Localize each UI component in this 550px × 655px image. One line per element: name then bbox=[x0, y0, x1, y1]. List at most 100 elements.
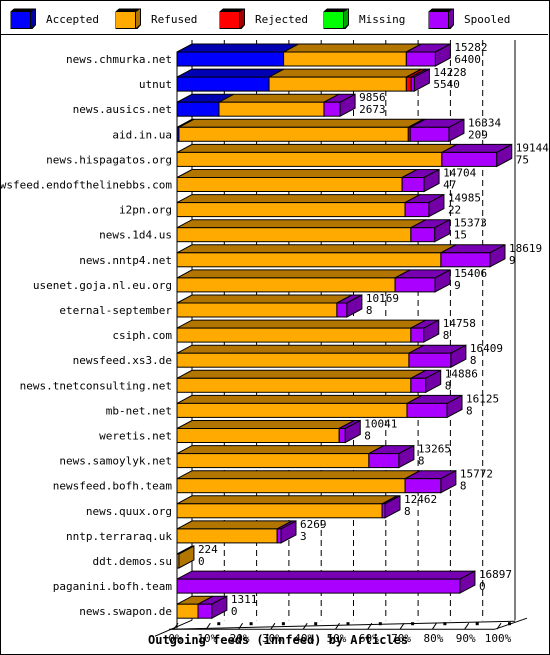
category-label: nntp.terraraq.uk bbox=[66, 530, 172, 543]
bar-secondary-label: 8 bbox=[466, 404, 473, 417]
bar-secondary-label: 8 bbox=[470, 354, 477, 367]
bar-top-refused bbox=[178, 118, 424, 128]
bar-segment-spooled bbox=[404, 478, 442, 494]
bar-segment-refused bbox=[176, 352, 410, 368]
bar-top-refused bbox=[176, 420, 355, 429]
bar-segment-spooled bbox=[276, 528, 282, 544]
category-label: weretis.net bbox=[99, 430, 172, 443]
bar-top-refused bbox=[268, 68, 422, 78]
x-tick-mark bbox=[508, 622, 511, 626]
bar-secondary-label: 8 bbox=[364, 430, 371, 443]
bar-row-1 bbox=[176, 68, 430, 92]
bar-secondary-label: 9 bbox=[509, 254, 516, 267]
bar-top-accepted bbox=[176, 43, 299, 53]
bar-segment-spooled bbox=[409, 126, 450, 142]
bar-segment-refused bbox=[176, 453, 370, 469]
bar-row-18 bbox=[176, 494, 401, 519]
bar-secondary-label: 8 bbox=[366, 304, 373, 317]
bar-secondary-label: 5540 bbox=[433, 78, 460, 91]
bar-segment-refused bbox=[176, 377, 412, 393]
bar-segment-refused bbox=[176, 227, 412, 243]
bar-segment-accepted bbox=[176, 51, 285, 67]
category-label: eternal-september bbox=[59, 304, 172, 317]
bar-row-7 bbox=[176, 218, 451, 243]
bar-secondary-label: 2673 bbox=[359, 103, 386, 116]
category-label: aid.in.ua bbox=[112, 128, 172, 141]
category-label: usenet.goja.nl.eu.org bbox=[33, 279, 172, 292]
bar-top-refused bbox=[176, 319, 427, 329]
bar-top-spooled bbox=[176, 570, 476, 580]
x-tick-mark bbox=[411, 622, 415, 626]
bar-segment-spooled bbox=[323, 101, 341, 117]
bar-segment-refused bbox=[176, 402, 408, 418]
bar-top-refused bbox=[283, 43, 422, 53]
bar-segment-spooled bbox=[410, 377, 427, 393]
bar-segment-refused bbox=[176, 151, 443, 167]
category-label: news.ausics.net bbox=[73, 103, 172, 116]
category-label: newsfeed.endofthelinebbs.com bbox=[0, 179, 172, 192]
bar-segment-rejected bbox=[405, 76, 412, 92]
bar-segment-refused bbox=[176, 478, 406, 494]
x-tick-mark bbox=[475, 622, 479, 626]
x-tick-mark bbox=[314, 622, 318, 626]
category-label: news.chmurka.net bbox=[66, 53, 172, 66]
bar-top-accepted bbox=[176, 68, 285, 78]
bar-segment-refused bbox=[176, 177, 403, 192]
category-label: newsfeed.bofh.team bbox=[53, 480, 173, 493]
bar-row-9 bbox=[176, 269, 451, 293]
bar-secondary-label: 0 bbox=[198, 555, 205, 568]
chart-title: Outgoing feeds (innfeed) by Articles bbox=[148, 633, 409, 647]
bar-segment-refused bbox=[176, 503, 383, 519]
bar-top-refused bbox=[176, 294, 353, 304]
bar-row-22 bbox=[176, 595, 228, 620]
bar-top-refused bbox=[176, 495, 398, 505]
bar-secondary-label: 8 bbox=[445, 379, 452, 392]
bar-segment-refused bbox=[178, 126, 409, 142]
bar-row-16 bbox=[176, 444, 415, 469]
floor-back-edge bbox=[168, 620, 516, 630]
bar-segment-refused bbox=[176, 252, 442, 268]
bar-segment-refused bbox=[218, 101, 325, 117]
bar-segment-refused bbox=[268, 76, 407, 92]
x-tick-mark bbox=[249, 622, 253, 626]
category-label: paganini.bofh.team bbox=[53, 580, 173, 593]
x-tick bbox=[238, 622, 244, 630]
category-label: utnut bbox=[139, 78, 172, 91]
category-label: newsfeed.xs3.de bbox=[73, 354, 172, 367]
bar-secondary-label: 209 bbox=[468, 128, 488, 141]
bar-secondary-label: 6400 bbox=[454, 53, 481, 66]
bar-segment-spooled bbox=[394, 277, 436, 293]
bar-row-2 bbox=[176, 93, 356, 118]
bar-row-0 bbox=[176, 43, 451, 67]
category-label: news.nntp4.net bbox=[79, 254, 172, 267]
bar-top-refused bbox=[176, 470, 421, 480]
bar-secondary-label: 8 bbox=[443, 329, 450, 342]
bar-segment-spooled bbox=[336, 302, 348, 318]
bar-row-14 bbox=[176, 394, 463, 419]
bar-top-refused bbox=[176, 445, 385, 455]
x-tick-mark bbox=[443, 622, 447, 626]
bar-segment-refused bbox=[176, 302, 338, 318]
bar-row-5 bbox=[176, 168, 440, 193]
bar-segment-refused bbox=[176, 428, 340, 443]
bar-segment-spooled bbox=[405, 51, 436, 67]
bar-secondary-label: 0 bbox=[479, 580, 486, 593]
category-label: news.samoylyk.net bbox=[59, 455, 172, 468]
bar-segment-accepted bbox=[176, 101, 220, 117]
bar-secondary-label: 22 bbox=[448, 204, 461, 217]
bar-segment-refused bbox=[176, 202, 406, 218]
bar-segment-refused bbox=[176, 327, 412, 343]
bar-segment-spooled bbox=[410, 227, 436, 243]
bar-segment-accepted bbox=[176, 76, 270, 92]
x-tick bbox=[270, 622, 276, 630]
bar-row-21 bbox=[176, 570, 476, 594]
category-label: news.swapon.de bbox=[79, 605, 172, 618]
bar-top-refused bbox=[176, 269, 411, 279]
category-label: news.quux.org bbox=[86, 505, 172, 518]
bar-top-refused bbox=[218, 93, 340, 103]
bar-top-refused bbox=[176, 143, 458, 153]
bar-segment-spooled bbox=[406, 402, 448, 418]
bar-row-6 bbox=[176, 193, 445, 218]
bar-segment-spooled bbox=[441, 151, 498, 167]
bar-row-13 bbox=[176, 369, 442, 394]
